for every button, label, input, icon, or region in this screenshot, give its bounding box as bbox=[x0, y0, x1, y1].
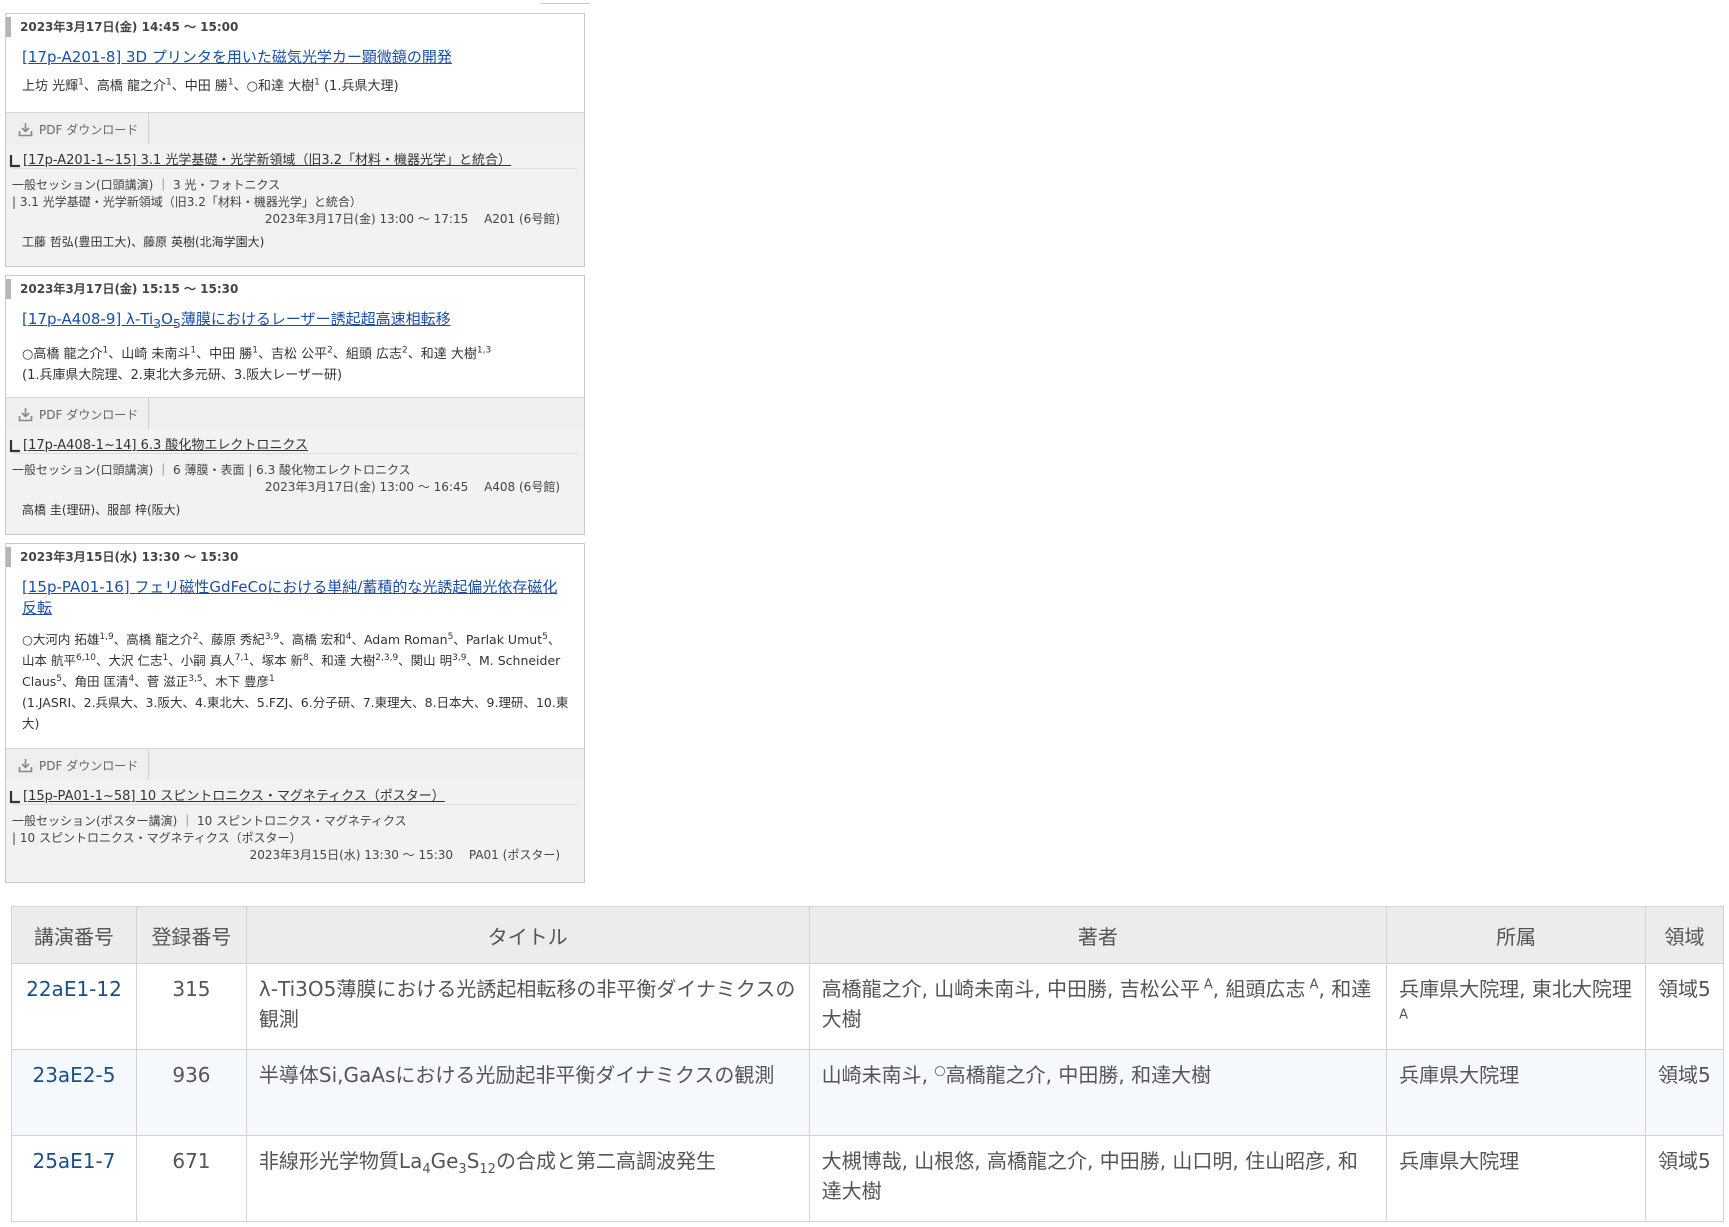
presentation-card: 2023年3月17日(金) 15:15 〜 15:30 [17p-A408-9]… bbox=[5, 275, 585, 535]
talk-authors: 大槻博哉, 山根悠, 高橋龍之介, 中田勝, 山口明, 住山昭彦, 和達大樹 bbox=[808, 1135, 1388, 1222]
pdf-download-label: PDF ダウンロード bbox=[39, 758, 139, 773]
pdf-download-button[interactable]: PDF ダウンロード bbox=[6, 398, 149, 430]
session-link-label: [17p-A408-1~14] 6.3 酸化物エレクトロニクス bbox=[23, 438, 308, 453]
corner-arrow-icon bbox=[9, 791, 20, 804]
presentation-authors: ○高橋 龍之介1、山崎 未南斗1、中田 勝1、吉松 公平2、組頭 広志2、和達 … bbox=[22, 345, 492, 362]
session-link[interactable]: [17p-A408-1~14] 6.3 酸化物エレクトロニクス bbox=[9, 435, 584, 453]
divider bbox=[12, 168, 578, 169]
column-header-title[interactable]: タイトル bbox=[245, 906, 810, 964]
presentation-title-link[interactable]: [15p-PA01-16] フェリ磁性GdFeCoにおける単純/蓄積的な光誘起偏… bbox=[22, 577, 570, 619]
pdf-download-button[interactable]: PDF ダウンロード bbox=[6, 113, 149, 145]
presentation-authors: 上坊 光輝1、高橋 龍之介1、中田 勝1、○和達 大樹1 (1.兵県大理) bbox=[22, 77, 399, 94]
download-icon bbox=[18, 758, 33, 772]
presentation-datetime: 2023年3月17日(金) 14:45 〜 15:00 bbox=[6, 17, 584, 37]
column-header-area[interactable]: 領域 bbox=[1644, 906, 1725, 964]
talk-area: 領域5 bbox=[1644, 963, 1725, 1050]
session-chairs: 高橋 圭(理研)、服部 梓(阪大) bbox=[22, 503, 181, 517]
table-header-row: 講演番号 登録番号 タイトル 著者 所属 領域 bbox=[11, 906, 1725, 964]
presentation-affiliations: (1.JASRI、2.兵県大、3.阪大、4.東北大、5.FZJ、6.分子研、7.… bbox=[22, 695, 569, 731]
download-icon bbox=[18, 122, 33, 136]
session-time-room: 2023年3月17日(金) 13:00 〜 16:45 A408 (6号館) bbox=[264, 480, 560, 494]
session-link[interactable]: [17p-A201-1~15] 3.1 光学基礎・光学新領域（旧3.2「材料・機… bbox=[9, 150, 584, 168]
talk-number-link[interactable]: 23aE2-5 bbox=[11, 1049, 137, 1136]
talk-area: 領域5 bbox=[1644, 1049, 1725, 1136]
table-row: 23aE2-5 936 半導体Si,GaAsにおける光励起非平衡ダイナミクスの観… bbox=[11, 1049, 1725, 1136]
registration-number: 315 bbox=[135, 963, 247, 1050]
session-category-line: | 3.1 光学基礎・光学新領域（旧3.2「材料・機器光学」と統合） bbox=[12, 195, 362, 209]
session-link-label: [17p-A201-1~15] 3.1 光学基礎・光学新領域（旧3.2「材料・機… bbox=[23, 153, 512, 168]
column-header-affiliation[interactable]: 所属 bbox=[1386, 906, 1646, 964]
pdf-bar: PDF ダウンロード bbox=[6, 112, 584, 146]
registration-number: 671 bbox=[135, 1135, 247, 1222]
talk-title: 非線形光学物質La4Ge3S12の合成と第二高調波発生 bbox=[245, 1135, 810, 1222]
corner-arrow-icon bbox=[9, 155, 20, 168]
talk-area: 領域5 bbox=[1644, 1135, 1725, 1222]
presentation-card: 2023年3月17日(金) 14:45 〜 15:00 [17p-A201-8]… bbox=[5, 13, 585, 267]
pdf-bar: PDF ダウンロード bbox=[6, 397, 584, 431]
session-category-line: 一般セッション(口頭講演) ｜ 6 薄膜・表面 | 6.3 酸化物エレクトロニク… bbox=[12, 463, 411, 477]
session-category: 一般セッション(口頭講演) ｜ 3 光・フォトニクス | 3.1 光学基礎・光学… bbox=[12, 177, 584, 211]
talk-number-link[interactable]: 22aE1-12 bbox=[11, 963, 137, 1050]
presentation-title-link[interactable]: [17p-A408-9] λ-Ti3O5薄膜におけるレーザー誘起超高速相転移 bbox=[22, 309, 570, 334]
corner-arrow-icon bbox=[9, 440, 20, 453]
talk-title: 半導体Si,GaAsにおける光励起非平衡ダイナミクスの観測 bbox=[245, 1049, 810, 1136]
presentation-datetime: 2023年3月17日(金) 15:15 〜 15:30 bbox=[6, 279, 584, 299]
column-header-authors[interactable]: 著者 bbox=[808, 906, 1388, 964]
talk-affiliation: 兵庫県大院理 bbox=[1386, 1049, 1646, 1136]
session-category-line: 一般セッション(ポスター講演) ｜ 10 スピントロニクス・マグネティクス bbox=[12, 814, 407, 828]
divider bbox=[12, 453, 578, 454]
column-header-talk-number[interactable]: 講演番号 bbox=[11, 906, 137, 964]
talk-title: λ-Ti3O5薄膜における光誘起相転移の非平衡ダイナミクスの観測 bbox=[245, 963, 810, 1050]
session-time-room: 2023年3月15日(水) 13:30 〜 15:30 PA01 (ポスター) bbox=[249, 848, 560, 862]
presentation-affiliations: (1.兵庫県大院理、2.東北大多元研、3.阪大レーザー研) bbox=[22, 368, 343, 383]
pdf-bar: PDF ダウンロード bbox=[6, 748, 584, 782]
table-row: 25aE1-7 671 非線形光学物質La4Ge3S12の合成と第二高調波発生 … bbox=[11, 1135, 1725, 1222]
presentation-authors: ○大河内 拓雄1,9、高橋 龍之介2、藤原 秀紀3,9、高橋 宏和4、Adam … bbox=[22, 631, 561, 689]
presentation-title-link[interactable]: [17p-A201-8] 3D プリンタを用いた磁気光学カー顕微鏡の開発 bbox=[22, 47, 570, 68]
session-category: 一般セッション(ポスター講演) ｜ 10 スピントロニクス・マグネティクス | … bbox=[12, 813, 584, 847]
presentation-card: 2023年3月15日(水) 13:30 〜 15:30 [15p-PA01-16… bbox=[5, 543, 585, 883]
session-info: [17p-A408-1~14] 6.3 酸化物エレクトロニクス 一般セッション(… bbox=[6, 429, 584, 534]
session-link[interactable]: [15p-PA01-1~58] 10 スピントロニクス・マグネティクス（ポスター… bbox=[9, 786, 584, 804]
column-header-registration-number[interactable]: 登録番号 bbox=[135, 906, 247, 964]
presentation-datetime: 2023年3月15日(水) 13:30 〜 15:30 bbox=[6, 547, 584, 567]
session-category-line: 一般セッション(口頭講演) ｜ 3 光・フォトニクス bbox=[12, 178, 281, 192]
table-row: 22aE1-12 315 λ-Ti3O5薄膜における光誘起相転移の非平衡ダイナミ… bbox=[11, 963, 1725, 1050]
talk-authors: 山崎未南斗, ○高橋龍之介, 中田勝, 和達大樹 bbox=[808, 1049, 1388, 1136]
pdf-download-label: PDF ダウンロード bbox=[39, 407, 139, 422]
talk-affiliation: 兵庫県大院理 bbox=[1386, 1135, 1646, 1222]
pdf-download-label: PDF ダウンロード bbox=[39, 122, 139, 137]
session-time-room: 2023年3月17日(金) 13:00 〜 17:15 A201 (6号館) bbox=[264, 212, 560, 226]
session-category: 一般セッション(口頭講演) ｜ 6 薄膜・表面 | 6.3 酸化物エレクトロニク… bbox=[12, 462, 584, 479]
divider bbox=[12, 804, 578, 805]
top-edge-fragment bbox=[540, 0, 590, 4]
talk-affiliation: 兵庫県大院理, 東北大院理 A bbox=[1386, 963, 1646, 1050]
session-chairs: 工藤 哲弘(豊田工大)、藤原 英樹(北海学園大) bbox=[22, 235, 265, 249]
session-info: [17p-A201-1~15] 3.1 光学基礎・光学新領域（旧3.2「材料・機… bbox=[6, 144, 584, 266]
pdf-download-button[interactable]: PDF ダウンロード bbox=[6, 749, 149, 781]
download-icon bbox=[18, 407, 33, 421]
session-info: [15p-PA01-1~58] 10 スピントロニクス・マグネティクス（ポスター… bbox=[6, 780, 584, 882]
presentation-table: 講演番号 登録番号 タイトル 著者 所属 領域 22aE1-12 315 λ-T… bbox=[11, 906, 1725, 1222]
registration-number: 936 bbox=[135, 1049, 247, 1136]
talk-number-link[interactable]: 25aE1-7 bbox=[11, 1135, 137, 1222]
session-category-line: | 10 スピントロニクス・マグネティクス（ポスター） bbox=[12, 831, 302, 845]
session-link-label: [15p-PA01-1~58] 10 スピントロニクス・マグネティクス（ポスター… bbox=[23, 789, 445, 804]
talk-authors: 高橋龍之介, 山崎未南斗, 中田勝, 吉松公平 A, 組頭広志 A, 和達大樹 bbox=[808, 963, 1388, 1050]
